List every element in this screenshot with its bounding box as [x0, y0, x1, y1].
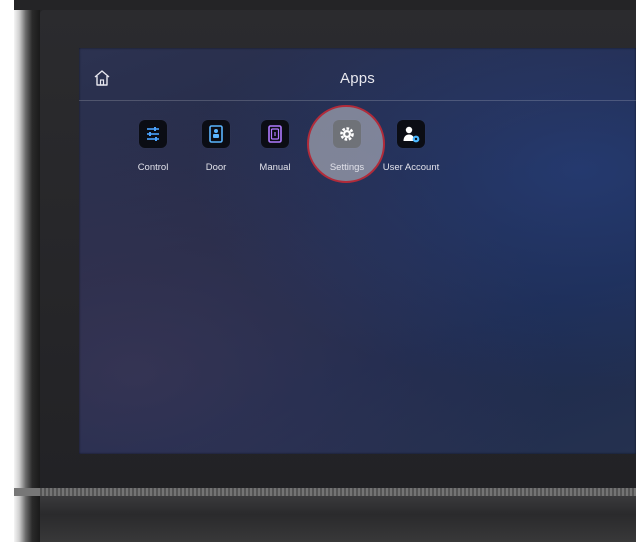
app-user-account[interactable]: User Account [378, 118, 444, 178]
app-tile [397, 120, 425, 148]
sliders-icon [147, 127, 159, 141]
book-icon [268, 125, 282, 143]
user-account-icon [403, 126, 420, 143]
app-door[interactable]: Door [183, 118, 249, 178]
device-ledge-edge [14, 488, 40, 496]
device-ledge [40, 488, 636, 496]
app-label: User Account [382, 162, 440, 173]
app-tile [333, 120, 361, 148]
gear-icon [340, 127, 354, 141]
app-settings[interactable]: Settings [314, 118, 380, 178]
app-label: Manual [259, 162, 291, 173]
background-edge [0, 0, 14, 542]
header-divider [79, 100, 636, 101]
door-intercom-icon [209, 125, 223, 143]
app-tile [139, 120, 167, 148]
page-title: Apps [340, 70, 375, 87]
device-side-edge [14, 10, 40, 542]
app-control[interactable]: Control [120, 118, 186, 178]
app-label: Settings [329, 162, 365, 173]
app-tile [261, 120, 289, 148]
app-label: Door [205, 162, 227, 173]
top-bar: Apps [79, 48, 636, 100]
app-tile [202, 120, 230, 148]
app-label: Control [137, 162, 169, 173]
device-photo: Apps Control Door Manual Settings User A… [0, 0, 636, 542]
device-base [40, 496, 636, 542]
app-manual[interactable]: Manual [242, 118, 308, 178]
